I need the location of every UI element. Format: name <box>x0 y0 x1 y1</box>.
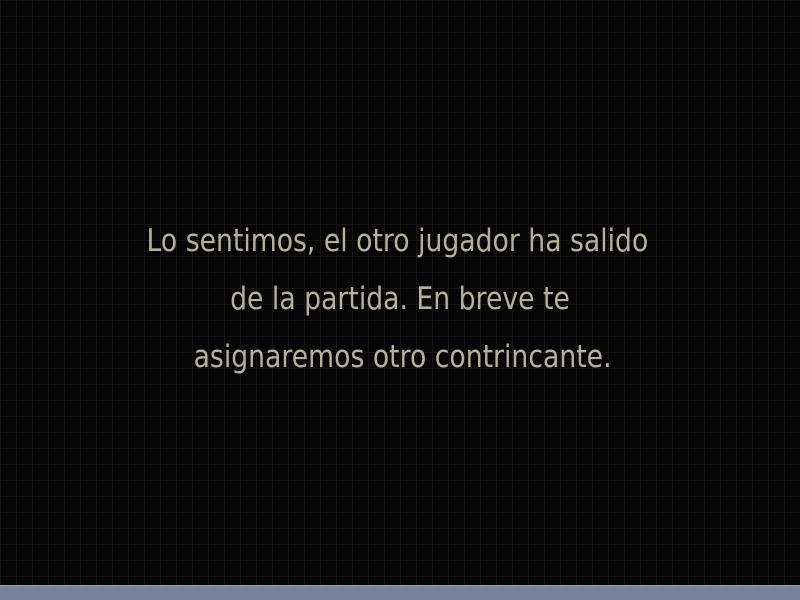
game-screen: Lo sentimos, el otro jugador ha salido d… <box>0 0 800 600</box>
bottom-bar <box>0 585 800 600</box>
opponent-left-message: Lo sentimos, el otro jugador ha salido d… <box>99 212 701 386</box>
message-line: Lo sentimos, el otro jugador ha salido <box>146 223 649 259</box>
message-line: de la partida. En breve te <box>230 281 570 317</box>
message-line: asignaremos otro contrincante. <box>193 339 612 375</box>
